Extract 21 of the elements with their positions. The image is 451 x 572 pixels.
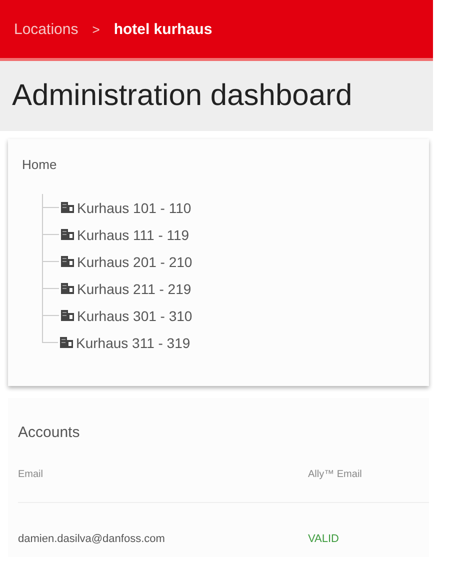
building-icon	[61, 310, 74, 321]
building-icon	[61, 229, 74, 240]
column-header: Email	[18, 469, 44, 480]
column-header: Ally™ Email	[308, 469, 363, 480]
tree-item[interactable]: Kurhaus 211 - 219	[77, 280, 192, 296]
building-icon	[61, 283, 74, 294]
tree-root[interactable]: Home	[22, 157, 415, 172]
tree-item[interactable]: Kurhaus 101 - 110	[77, 200, 192, 216]
tree-item[interactable]: Kurhaus 301 - 310	[77, 308, 192, 324]
status-label: VALID	[308, 533, 340, 545]
table-cell-text: damien.dasilva@danfoss.com	[18, 533, 166, 545]
building-icon	[61, 256, 74, 267]
page-title: Administration dashboard	[12, 79, 352, 113]
tree-item[interactable]: Kurhaus 311 - 319	[76, 334, 190, 350]
tree-item[interactable]: Kurhaus 201 - 210	[77, 254, 192, 270]
building-icon	[61, 202, 74, 213]
tree-item[interactable]: Kurhaus 111 - 119	[77, 226, 190, 242]
breadcrumb-separator: >	[92, 22, 100, 36]
section-title: Accounts	[18, 424, 81, 441]
breadcrumb-link[interactable]: hotel kurhaus	[114, 20, 212, 38]
building-icon	[60, 337, 73, 348]
